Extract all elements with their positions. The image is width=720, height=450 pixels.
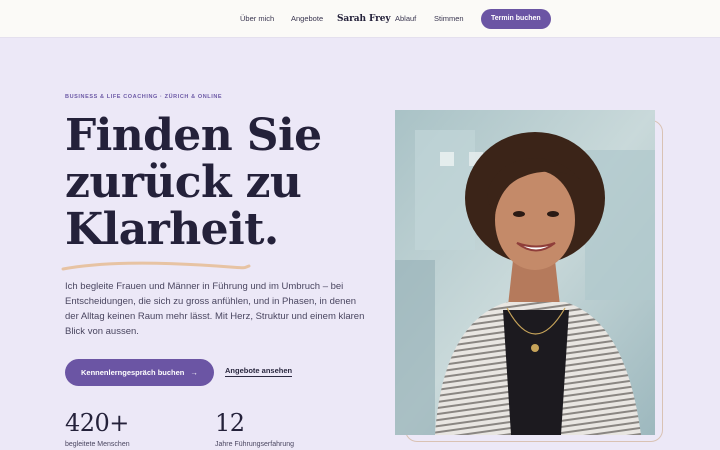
hero-eyebrow: BUSINESS & LIFE COACHING · ZÜRICH & ONLI… <box>65 94 223 100</box>
headline-line-1: Finden Sie <box>65 110 322 161</box>
brand-logo[interactable]: Sarah Frey <box>337 0 391 38</box>
hero-lead-text: Ich begleite Frauen und Männer in Führun… <box>65 281 365 337</box>
hero-headline: Finden Sie zurück zu Klarheit. <box>65 112 385 253</box>
book-appointment-button[interactable]: Termin buchen <box>481 9 551 29</box>
portrait-illustration <box>395 110 655 435</box>
nav-link-ablauf[interactable]: Ablauf <box>395 0 416 38</box>
stat-years-value: 12 <box>215 409 245 437</box>
stat-clients-value: 420+ <box>65 409 129 437</box>
arrow-right-icon: → <box>190 368 198 377</box>
nav-link-stimmen[interactable]: Stimmen <box>434 0 464 38</box>
headline-line-2: zurück zu <box>65 157 302 209</box>
nav-link-angebote[interactable]: Angebote <box>291 0 323 38</box>
headline-line-3: Klarheit. <box>65 204 279 256</box>
top-navigation: Über mich Angebote Sarah Frey Ablauf Sti… <box>0 0 720 38</box>
view-offers-link[interactable]: Angebote ansehen <box>225 366 293 377</box>
headline-underline-decoration <box>61 261 251 271</box>
stat-years-label: Jahre Führungserfahrung <box>215 441 294 448</box>
coach-portrait-photo <box>395 110 655 435</box>
book-intro-call-label: Kennenlerngespräch buchen <box>81 368 185 377</box>
stat-clients-label: begleitete Menschen <box>65 441 130 448</box>
book-intro-call-button[interactable]: Kennenlerngespräch buchen → <box>65 359 214 386</box>
nav-link-ueber-mich[interactable]: Über mich <box>240 0 274 38</box>
